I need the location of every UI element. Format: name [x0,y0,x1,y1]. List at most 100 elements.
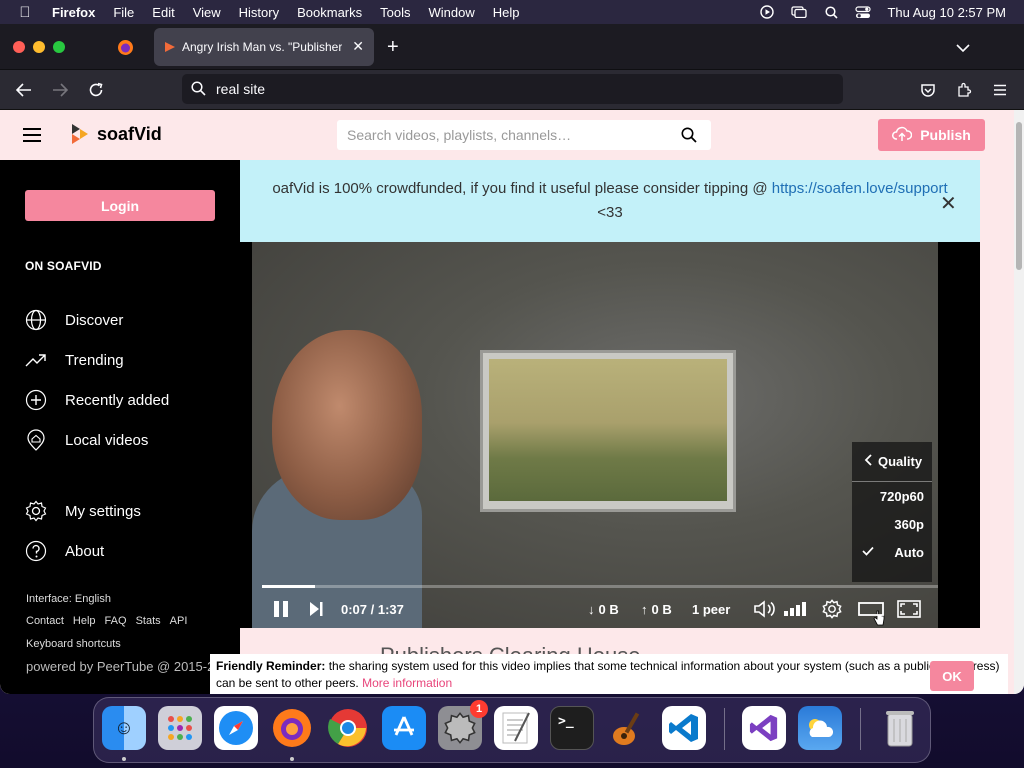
app-menu-hamburger-icon[interactable] [990,80,1010,100]
banner-close-icon[interactable]: ✕ [940,192,957,216]
time-display: 0:07 / 1:37 [341,601,404,617]
webpage: soafVid Search videos, playlists, channe… [0,110,1014,694]
menu-edit[interactable]: Edit [152,5,174,20]
terminal-icon[interactable]: >_ [550,706,594,750]
url-bar[interactable]: real site [182,74,843,104]
theater-mode-icon[interactable] [858,599,884,619]
spotlight-search-icon[interactable] [823,5,839,19]
forward-arrow-icon[interactable] [50,80,70,100]
privacy-notice: Friendly Reminder: the sharing system us… [210,654,1008,694]
checkmark-icon [862,544,874,559]
footer-link-faq[interactable]: FAQ [105,615,127,627]
site-header: soafVid Search videos, playlists, channe… [0,110,1014,160]
banner-text: oafVid is 100% crowdfunded, if you find … [272,180,772,197]
tab-active[interactable]: Angry Irish Man vs. "Publishers ✕ [154,28,374,66]
settings-gear-icon[interactable] [822,599,842,619]
menu-app-firefox[interactable]: Firefox [52,5,95,20]
garageband-icon[interactable] [606,706,650,750]
sidebar-item-trending[interactable]: Trending [25,348,124,372]
soafvid-favicon-icon [164,41,176,53]
publish-button[interactable]: Publish [878,119,985,151]
menu-history[interactable]: History [239,5,279,20]
window-close-button[interactable] [13,41,25,53]
system-settings-icon[interactable]: 1 [438,700,488,750]
sidebar-section-heading: ON SOAFVID [25,259,102,273]
firefox-view-icon[interactable] [117,39,134,61]
site-search-input[interactable]: Search videos, playlists, channels… [337,120,711,150]
window-zoom-button[interactable] [53,41,65,53]
quality-option-360p[interactable]: 360p [852,510,932,538]
progress-fill [262,585,315,588]
reload-icon[interactable] [86,80,106,100]
upload-stat: ↑ 0 B [641,601,672,617]
launchpad-icon[interactable] [158,706,202,750]
finder-icon[interactable]: ☺ [102,706,146,750]
trash-icon[interactable] [878,706,922,750]
list-all-tabs-chevron-icon[interactable] [956,40,970,58]
footer-link-stats[interactable]: Stats [136,615,161,627]
banner-support-link[interactable]: https://soafen.love/support [772,180,948,197]
next-video-icon[interactable] [308,599,324,619]
back-arrow-icon[interactable] [14,80,34,100]
site-logo[interactable]: soafVid [70,123,162,145]
menu-file[interactable]: File [113,5,134,20]
quality-option-720p60[interactable]: 720p60 [852,482,932,510]
crowdfunding-banner: oafVid is 100% crowdfunded, if you find … [240,160,980,242]
control-center-icon[interactable] [855,5,872,19]
menu-view[interactable]: View [193,5,221,20]
notice-ok-button[interactable]: OK [930,661,974,691]
weather-icon[interactable] [798,706,842,750]
scrollbar-thumb[interactable] [1016,122,1022,270]
chrome-icon[interactable] [326,706,370,750]
sidebar-item-recently-added[interactable]: Recently added [25,388,169,412]
notice-bold: Friendly Reminder: [216,659,326,673]
sidebar-item-local-videos[interactable]: Local videos [25,428,148,452]
quality-menu-back[interactable]: Quality [852,442,932,482]
video-frame-person-head [272,330,422,520]
login-button[interactable]: Login [25,190,215,221]
new-tab-plus-icon[interactable]: + [387,36,399,59]
sidebar-item-my-settings[interactable]: My settings [25,499,141,523]
volume-icon[interactable] [753,599,777,619]
apple-icon[interactable]:  [16,4,34,21]
menu-help[interactable]: Help [493,5,520,20]
page-scrollbar[interactable] [1014,110,1024,694]
search-submit-icon[interactable] [681,127,697,146]
more-information-link[interactable]: More information [362,676,452,690]
footer-link-api[interactable]: API [170,615,188,627]
sidebar-item-about[interactable]: About [25,539,104,563]
menu-tools[interactable]: Tools [380,5,410,20]
pause-icon[interactable] [272,599,290,619]
sidebar-toggle-hamburger-icon[interactable] [23,128,41,142]
extensions-puzzle-icon[interactable] [954,80,974,100]
tab-close-icon[interactable]: ✕ [352,38,364,55]
notice-text: the sharing system used for this video i… [216,659,1000,690]
volume-level-bars-icon[interactable] [784,599,810,619]
app-store-icon[interactable] [382,706,426,750]
visual-studio-icon[interactable] [742,706,786,750]
footer-links: Contact Help FAQ Stats API [26,615,196,627]
vscode-icon[interactable] [662,706,706,750]
footer-link-help[interactable]: Help [73,615,96,627]
menu-bookmarks[interactable]: Bookmarks [297,5,362,20]
menubar-clock[interactable]: Thu Aug 10 2:57 PM [887,5,1006,20]
progress-bar[interactable] [262,585,938,588]
powered-by-text: powered by PeerTube @ 2015-20 [26,659,222,674]
safari-icon[interactable] [214,706,258,750]
fullscreen-icon[interactable] [897,599,921,619]
keyboard-shortcuts-link[interactable]: Keyboard shortcuts [26,638,121,650]
sidebar-item-discover[interactable]: Discover [25,308,123,332]
menu-window[interactable]: Window [429,5,475,20]
textedit-icon[interactable] [494,706,538,750]
quality-option-auto[interactable]: Auto [852,538,932,566]
play-circle-icon[interactable] [759,5,775,19]
video-player[interactable]: Quality 720p60 360p Auto 0:07 / 1:37 ↓ 0 … [240,242,980,628]
banner-tail: <33 [597,204,623,221]
pocket-icon[interactable] [918,80,938,100]
firefox-dock-icon[interactable] [270,706,314,750]
interface-language-link[interactable]: Interface: English [26,593,111,605]
footer-link-contact[interactable]: Contact [26,615,64,627]
screen-mirror-icon[interactable] [791,5,808,19]
window-minimize-button[interactable] [33,41,45,53]
trending-icon [25,349,47,371]
